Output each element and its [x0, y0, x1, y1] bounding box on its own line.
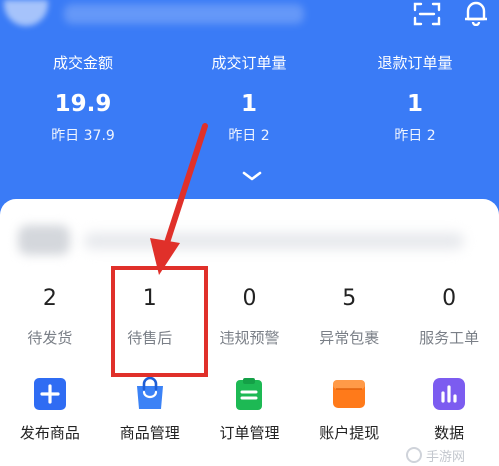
wallet-icon: [333, 380, 366, 408]
stat-yesterday: 昨日 37.9: [51, 128, 115, 144]
tool-product-management[interactable]: 商品管理: [100, 377, 200, 444]
metric-value: 2: [42, 286, 57, 311]
shop-logo-blurred: [18, 225, 70, 255]
stat-value: 1: [406, 91, 423, 117]
shop-name-blurred: [64, 4, 304, 24]
metric-pending-shipment[interactable]: 2 待发货: [0, 285, 100, 349]
stat-refund-count[interactable]: 退款订单量 1 昨日 2: [332, 52, 498, 146]
todo-metrics-row: 2 待发货 1 待售后 0 违规预警 5 异常包裹 0 服务工单: [0, 285, 499, 349]
metric-label: 违规预警: [219, 329, 280, 347]
clipboard-icon: [236, 378, 263, 410]
workbench-panel: 2 待发货 1 待售后 0 违规预警 5 异常包裹 0 服务工单 发布商品 商品…: [0, 199, 499, 466]
stat-label: 退款订单量: [377, 54, 453, 72]
tool-label: 账户提现: [319, 424, 380, 442]
bell-icon[interactable]: [462, 0, 490, 26]
metric-violation-warning[interactable]: 0 违规预警: [200, 285, 300, 349]
avatar[interactable]: [4, 0, 48, 26]
annotation-highlight-box: [111, 266, 208, 377]
metric-service-ticket[interactable]: 0 服务工单: [399, 285, 499, 349]
plus-icon: [33, 378, 66, 410]
stat-label: 成交金额: [52, 54, 113, 72]
tool-order-management[interactable]: 订单管理: [200, 377, 300, 444]
shopping-bag-icon: [136, 377, 163, 409]
scan-icon[interactable]: [413, 2, 441, 26]
tool-label: 数据: [434, 424, 465, 442]
tool-label: 商品管理: [119, 424, 180, 442]
metric-label: 待发货: [27, 329, 73, 347]
bar-chart-icon: [433, 378, 466, 410]
stat-yesterday: 昨日 2: [394, 128, 436, 144]
tool-publish-product[interactable]: 发布商品: [0, 377, 100, 444]
tools-row: 发布商品 商品管理 订单管理 账户提现 数据: [0, 377, 499, 444]
metric-label: 服务工单: [419, 329, 480, 347]
stat-value: 19.9: [54, 91, 112, 117]
tool-label: 发布商品: [19, 424, 80, 442]
metric-label: 异常包裹: [319, 329, 380, 347]
watermark-logo-icon: [406, 447, 422, 463]
watermark: 手游网: [406, 444, 499, 466]
tool-account-withdraw[interactable]: 账户提现: [299, 377, 399, 444]
stat-value: 1: [240, 91, 257, 117]
header-banner: 成交金额 19.9 昨日 37.9 成交订单量 1 昨日 2 退款订单量 1 昨…: [0, 0, 499, 215]
watermark-text: 手游网: [426, 449, 466, 465]
chevron-down-icon[interactable]: [241, 170, 263, 182]
stat-label: 成交订单量: [211, 54, 287, 72]
tool-data[interactable]: 数据: [399, 377, 499, 444]
tool-label: 订单管理: [219, 424, 280, 442]
stat-yesterday: 昨日 2: [228, 128, 270, 144]
metric-value: 5: [342, 286, 357, 311]
stats-row: 成交金额 19.9 昨日 37.9 成交订单量 1 昨日 2 退款订单量 1 昨…: [0, 52, 499, 146]
metric-value: 0: [242, 286, 257, 311]
stat-transaction-amount[interactable]: 成交金额 19.9 昨日 37.9: [0, 52, 166, 146]
metric-abnormal-package[interactable]: 5 异常包裹: [299, 285, 399, 349]
shop-info-blurred: [84, 233, 464, 249]
stat-order-count[interactable]: 成交订单量 1 昨日 2: [166, 52, 332, 146]
metric-value: 0: [442, 286, 457, 311]
